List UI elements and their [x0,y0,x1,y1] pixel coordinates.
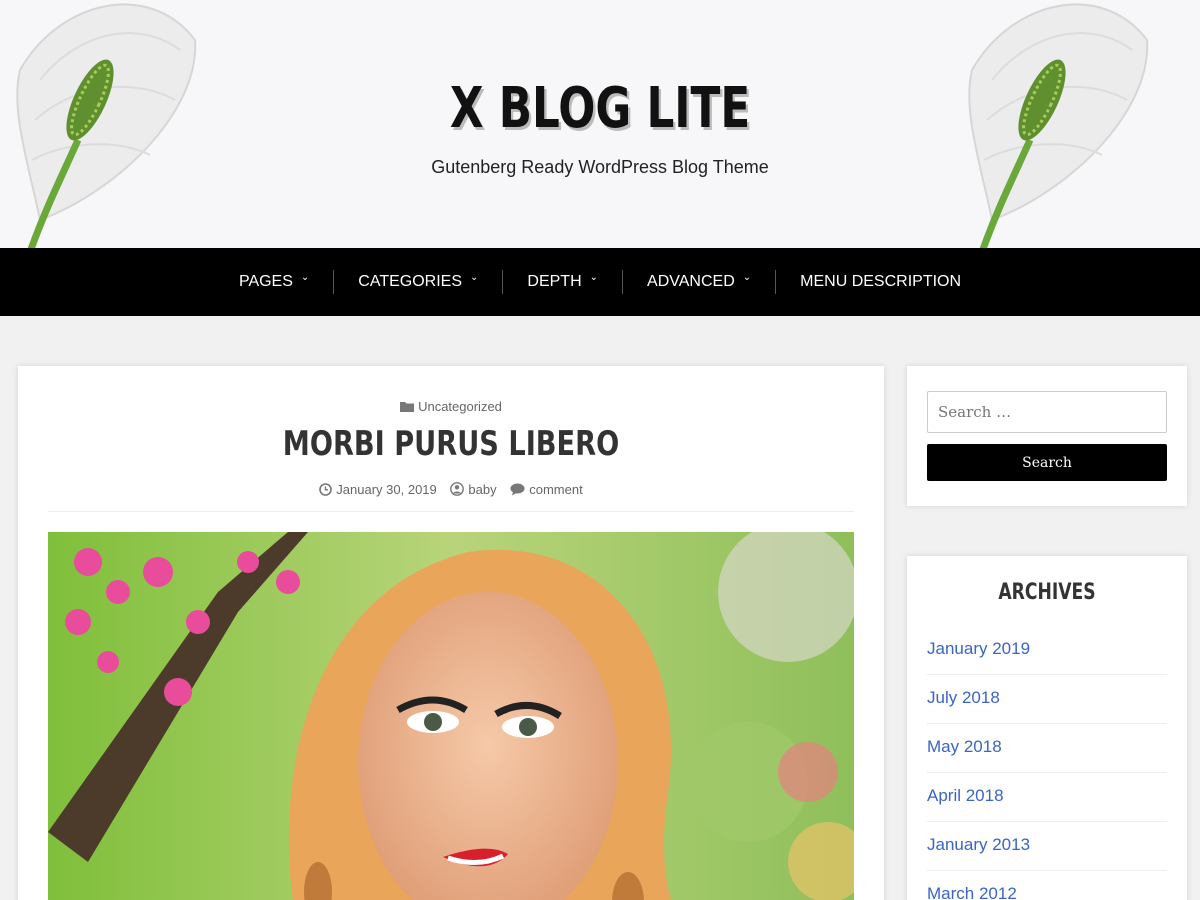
nav-item-menu-description[interactable]: MENU DESCRIPTION [775,270,985,294]
nav-item-advanced[interactable]: ADVANCED ⌄ [622,270,775,294]
nav-item-label: MENU DESCRIPTION [800,273,962,290]
nav-item-label: ADVANCED [647,273,735,290]
clock-icon [319,483,333,496]
list-item: March 2012 [927,871,1167,900]
comment-icon [510,483,525,496]
main-navigation: PAGES ⌄ CATEGORIES ⌄ DEPTH ⌄ ADVANCED ⌄ … [0,248,1200,316]
post-comments-link[interactable]: comment [529,482,582,497]
list-item: April 2018 [927,773,1167,822]
chevron-down-icon[interactable]: ⌄ [470,272,478,283]
post-category: Uncategorized [18,399,884,414]
archive-link[interactable]: March 2012 [927,884,1017,900]
site-header: X BLOG LITE Gutenberg Ready WordPress Bl… [0,0,1200,248]
post-date-link[interactable]: January 30, 2019 [336,482,436,497]
archive-link[interactable]: July 2018 [927,688,1000,707]
nav-item-categories[interactable]: CATEGORIES ⌄ [333,270,502,294]
site-tagline: Gutenberg Ready WordPress Blog Theme [431,157,769,177]
archive-link[interactable]: January 2019 [927,639,1030,658]
list-item: May 2018 [927,724,1167,773]
nav-item-label: DEPTH [527,273,582,290]
archive-list: January 2019 July 2018 May 2018 April 20… [927,626,1167,900]
post-meta: January 30, 2019 baby comment [18,482,884,497]
archive-link[interactable]: April 2018 [927,786,1004,805]
search-input[interactable] [927,391,1167,433]
nav-item-label: PAGES [238,273,293,290]
meta-divider [48,511,854,512]
nav-item-label: CATEGORIES [358,273,463,290]
archives-title: ARCHIVES [998,580,1096,605]
list-item: January 2019 [927,626,1167,675]
post-author-link[interactable]: baby [468,482,496,497]
post-featured-image[interactable] [48,532,854,900]
post-date: January 30, 2019 [319,482,437,497]
nav-item-pages[interactable]: PAGES ⌄ [215,270,333,294]
post-title[interactable]: MORBI PURUS LIBERO [105,424,798,464]
site-title[interactable]: X BLOG LITE [132,76,1068,141]
user-icon [450,482,465,496]
nav-list: PAGES ⌄ CATEGORIES ⌄ DEPTH ⌄ ADVANCED ⌄ … [0,248,1200,316]
search-button[interactable]: Search [927,444,1167,481]
chevron-down-icon[interactable]: ⌄ [301,272,309,283]
post-card: Uncategorized MORBI PURUS LIBERO January… [18,366,884,900]
post-comments: comment [510,482,583,497]
archive-link[interactable]: January 2013 [927,835,1030,854]
folder-icon [400,402,415,412]
chevron-down-icon[interactable]: ⌄ [590,272,598,283]
nav-item-depth[interactable]: DEPTH ⌄ [502,270,622,294]
post-author: baby [450,482,497,497]
post-category-link[interactable]: Uncategorized [418,399,502,414]
archives-widget: ARCHIVES January 2019 July 2018 May 2018… [907,556,1187,900]
search-widget: Search [907,366,1187,506]
featured-image-illustration [48,532,854,900]
chevron-down-icon[interactable]: ⌄ [743,272,751,283]
list-item: July 2018 [927,675,1167,724]
list-item: January 2013 [927,822,1167,871]
archive-link[interactable]: May 2018 [927,737,1002,756]
